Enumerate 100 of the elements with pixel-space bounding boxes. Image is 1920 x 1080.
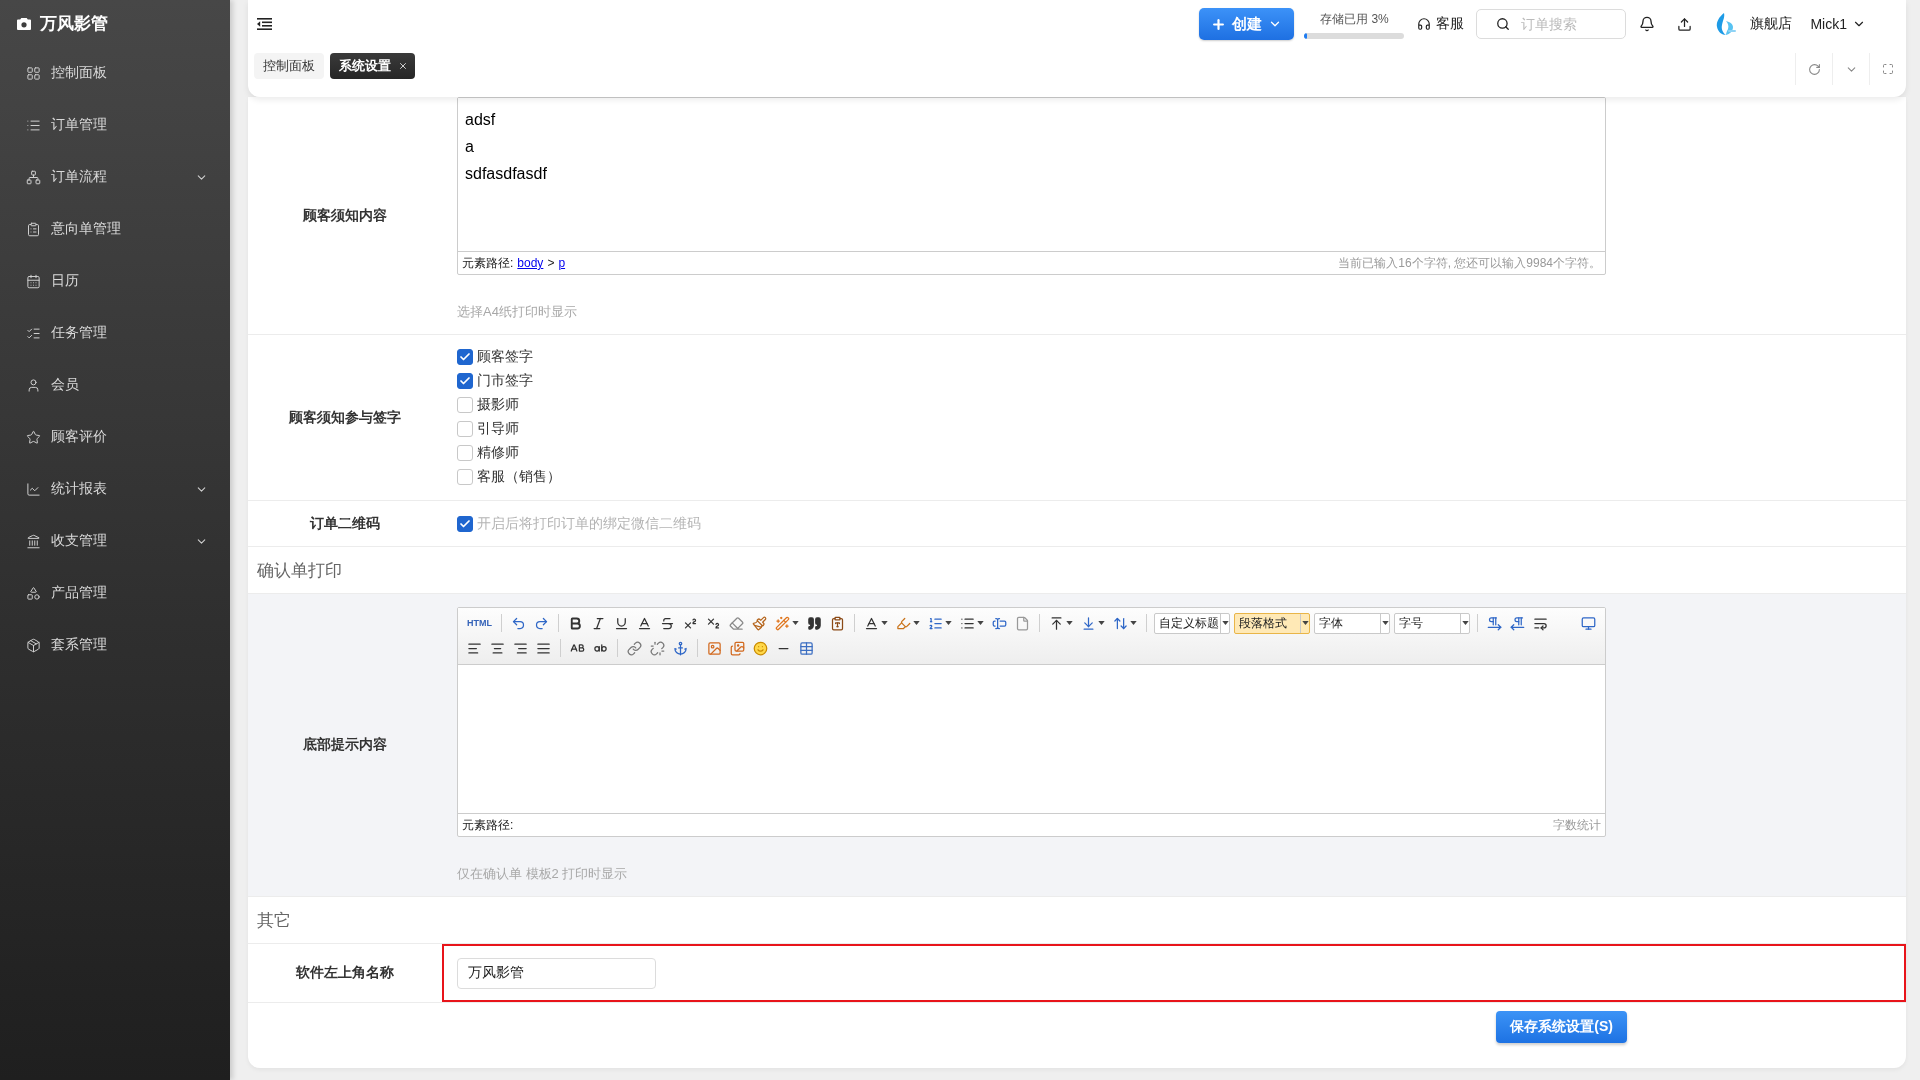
tab[interactable]: 控制面板 [254, 53, 324, 79]
rich-text-editor[interactable]: HTML 自定义标题 段落格式 字体 字号 元素路径: 字数统计 [457, 607, 1606, 837]
sidebar-item[interactable]: 任务管理 [0, 307, 230, 359]
images-icon[interactable] [730, 640, 745, 656]
checkbox[interactable] [457, 515, 473, 532]
eraser-icon[interactable] [729, 615, 744, 631]
search-field[interactable]: 订单搜索 [1476, 9, 1627, 39]
user-menu-button[interactable]: Mick1 [1810, 16, 1866, 32]
caret-icon[interactable] [1461, 621, 1469, 625]
field-label: 底部提示内容 [303, 736, 387, 754]
caret-icon[interactable] [945, 621, 952, 625]
save-button[interactable]: 保存系统设置(S) [1496, 1011, 1627, 1043]
smiley-icon[interactable] [753, 640, 768, 656]
align-justify-icon[interactable] [536, 640, 551, 656]
blank-page-icon[interactable] [1015, 615, 1030, 631]
star-icon [26, 429, 41, 445]
subscript-icon[interactable] [706, 615, 721, 631]
upload-icon[interactable] [1677, 16, 1693, 32]
align-left-icon[interactable] [467, 640, 482, 656]
align-center-icon[interactable] [490, 640, 505, 656]
menu-fold-icon[interactable] [257, 18, 272, 30]
text-cursor-icon[interactable] [992, 615, 1007, 631]
quote-icon[interactable] [807, 615, 822, 631]
pilcrow-right-icon[interactable] [1487, 615, 1502, 631]
arrow-up-down-icon[interactable] [1113, 615, 1128, 631]
dropdown-select[interactable]: 段落格式 [1234, 612, 1310, 634]
sidebar-item[interactable]: 控制面板 [0, 47, 230, 99]
checkbox[interactable] [457, 349, 473, 365]
caret-icon[interactable] [792, 621, 799, 625]
sidebar-item[interactable]: 产品管理 [0, 567, 230, 619]
undo-icon[interactable] [511, 615, 526, 631]
paintbrush-icon[interactable] [752, 615, 767, 631]
arrow-down-to-line-icon[interactable] [1081, 615, 1096, 631]
dropdown-select[interactable]: 自定义标题 [1154, 612, 1230, 634]
italic-icon[interactable] [591, 615, 606, 631]
caret-icon[interactable] [1301, 621, 1309, 625]
sidebar-item[interactable]: 收支管理 [0, 515, 230, 567]
bullet-list-icon[interactable] [960, 615, 975, 631]
checkmark-icon [459, 351, 471, 363]
pilcrow-left-icon[interactable] [1510, 615, 1525, 631]
checkbox[interactable] [457, 397, 473, 413]
path-separator: > [547, 256, 555, 270]
font-color-icon[interactable] [864, 615, 879, 631]
numbered-list-icon[interactable] [928, 615, 943, 631]
checkbox[interactable] [457, 469, 473, 485]
field-label: 软件左上角名称 [296, 964, 394, 982]
caret-icon[interactable] [913, 621, 920, 625]
superscript-icon[interactable] [683, 615, 698, 631]
sidebar-item[interactable]: 订单管理 [0, 99, 230, 151]
sidebar-item[interactable]: 顾客评价 [0, 411, 230, 463]
image-icon[interactable] [707, 640, 722, 656]
text-input-field[interactable]: 万风影管 [457, 957, 656, 989]
checkbox[interactable] [457, 421, 473, 437]
unlink-icon[interactable] [650, 640, 665, 656]
checkbox-label: 精修师 [477, 444, 519, 462]
sidebar-item[interactable]: 订单流程 [0, 151, 230, 203]
align-right-icon[interactable] [513, 640, 528, 656]
checkbox[interactable] [457, 445, 473, 461]
sidebar-item[interactable]: 统计报表 [0, 463, 230, 515]
bell-icon[interactable] [1639, 16, 1656, 32]
sidebar-item[interactable]: 日历 [0, 255, 230, 307]
dropdown-select[interactable]: 字体 [1314, 612, 1390, 634]
caret-icon[interactable] [977, 621, 984, 625]
strikethrough-icon[interactable] [660, 615, 675, 631]
sidebar-item[interactable]: 套系管理 [0, 619, 230, 671]
list-icon [26, 117, 41, 133]
dropdown-select[interactable]: 字号 [1394, 612, 1470, 634]
caret-icon[interactable] [1221, 621, 1229, 625]
user-icon [26, 377, 41, 393]
fullscreen-icon[interactable] [1882, 63, 1894, 75]
caret-icon[interactable] [1381, 621, 1389, 625]
letter-baseline-icon[interactable] [637, 615, 652, 631]
editor-text-line: a [465, 137, 474, 157]
source-button[interactable]: HTML [463, 618, 496, 628]
checkbox[interactable] [457, 373, 473, 389]
table-icon[interactable] [799, 640, 814, 656]
redo-icon[interactable] [534, 615, 549, 631]
caret-icon[interactable] [1098, 621, 1105, 625]
refresh-icon[interactable] [1807, 62, 1821, 76]
caret-icon[interactable] [1130, 621, 1137, 625]
app-title: 万风影管 [40, 13, 108, 35]
rich-text-editor[interactable]: adsf a sdfasdfasdf 元素路径: body > p 当前已输入16个字符, 您还可以输入9984个字符。 [457, 97, 1606, 275]
clipboard-icon[interactable] [830, 615, 845, 631]
caret-icon[interactable] [881, 621, 888, 625]
monitor-icon[interactable] [1581, 615, 1596, 631]
text-wrap-icon[interactable] [1533, 615, 1548, 631]
anchor-icon[interactable] [673, 640, 688, 656]
underline-icon[interactable] [614, 615, 629, 631]
support-button[interactable]: 客服 [1417, 15, 1465, 33]
caret-icon[interactable] [1066, 621, 1073, 625]
arrow-up-to-line-icon[interactable] [1049, 615, 1064, 631]
path-link[interactable]: body [517, 256, 544, 270]
close-icon[interactable] [398, 61, 408, 71]
sidebar-item[interactable]: 意向单管理 [0, 203, 230, 255]
create-button[interactable]: 创建 [1199, 8, 1295, 40]
path-link[interactable]: p [558, 256, 566, 270]
sidebar-item[interactable]: 会员 [0, 359, 230, 411]
tab[interactable]: 系统设置 [330, 53, 415, 79]
bold-icon[interactable] [568, 615, 583, 631]
link-icon[interactable] [627, 640, 642, 656]
